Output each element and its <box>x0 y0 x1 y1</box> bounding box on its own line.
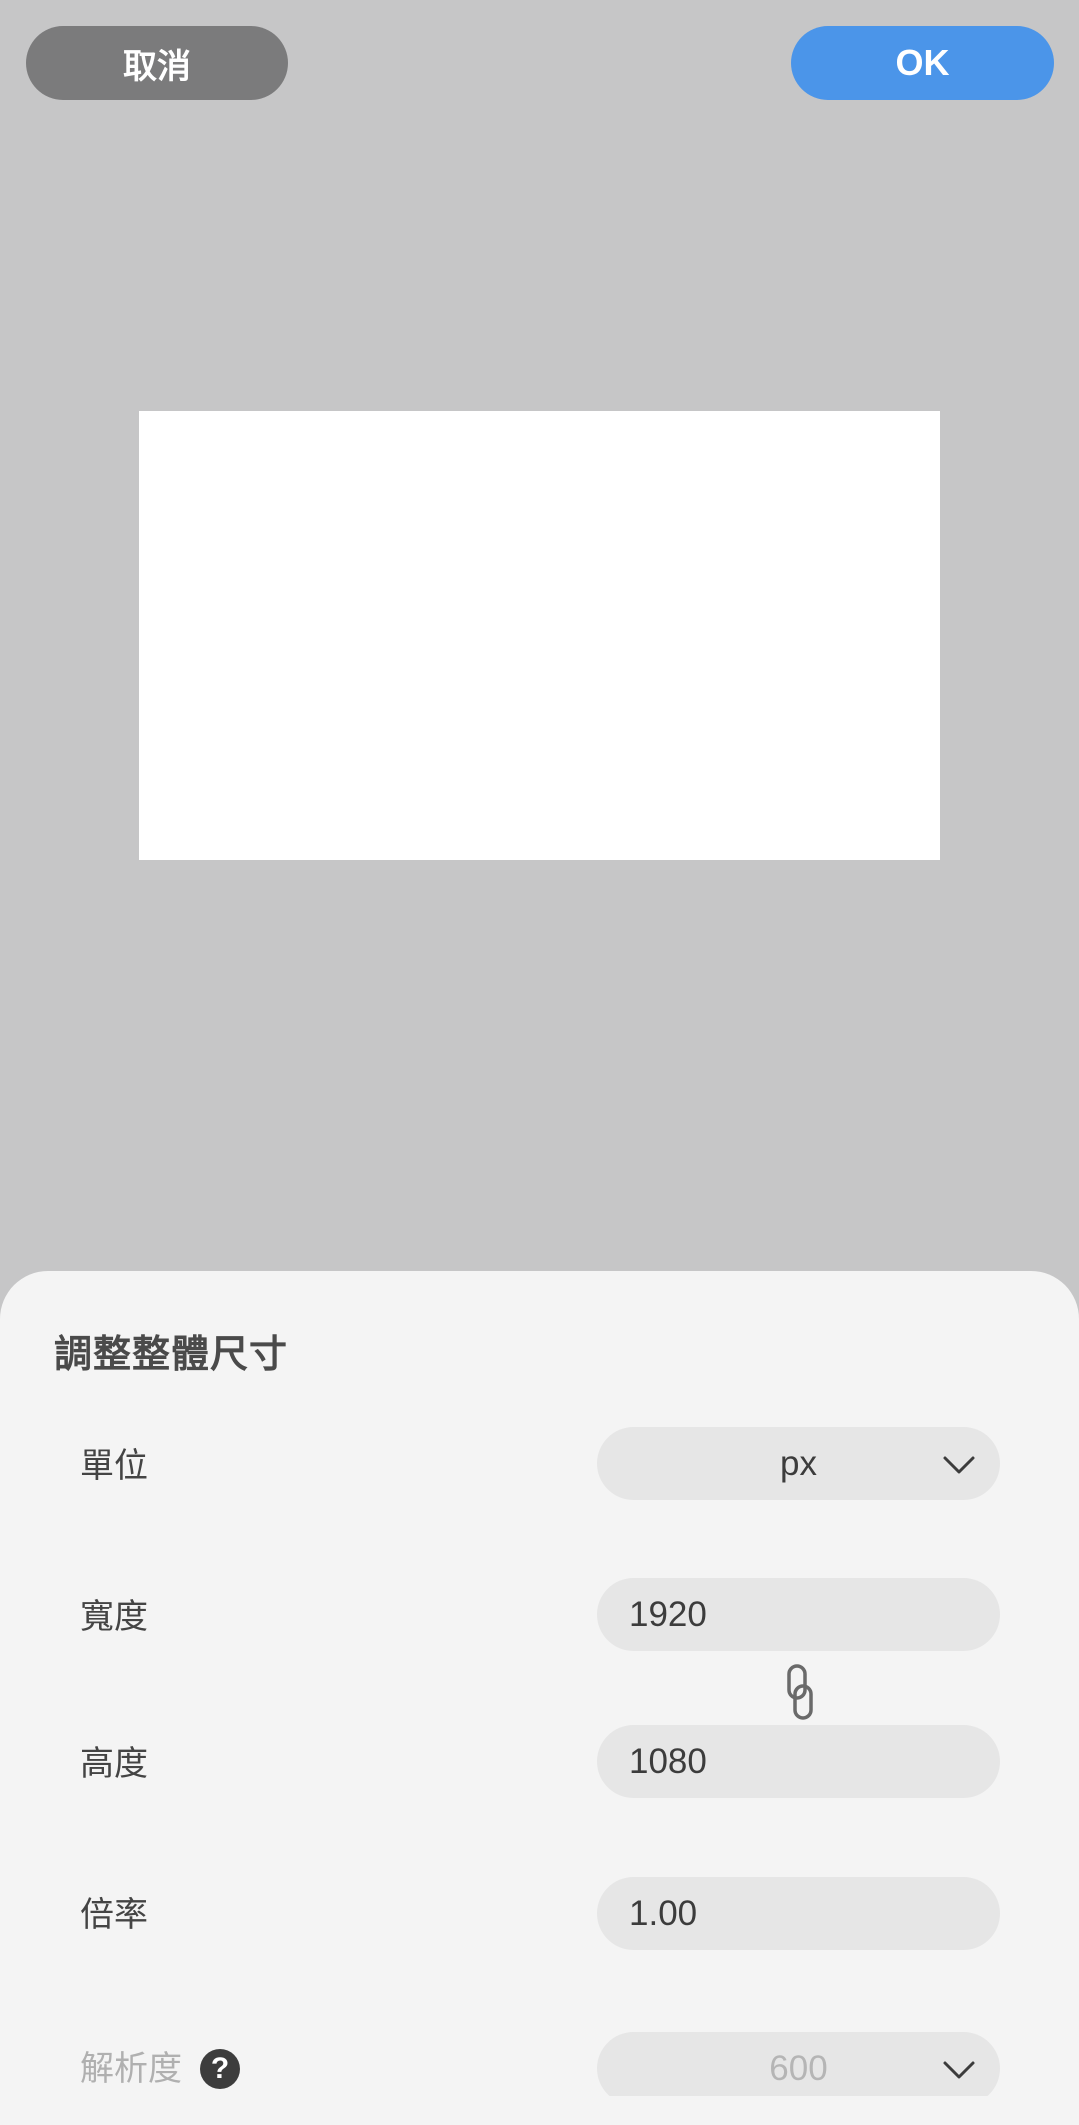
scale-input[interactable]: 1.00 <box>597 1877 1000 1950</box>
link-icon[interactable] <box>784 1663 816 1721</box>
resolution-label: 解析度 <box>80 2049 182 2089</box>
canvas-preview <box>139 411 940 860</box>
resolution-field-clip: 600 <box>597 2032 1000 2096</box>
width-label: 寬度 <box>80 1597 148 1637</box>
resolution-select[interactable]: 600 <box>597 2032 1000 2096</box>
height-value: 1080 <box>629 1741 707 1781</box>
ok-button[interactable]: OK <box>791 26 1054 100</box>
height-input[interactable]: 1080 <box>597 1725 1000 1798</box>
unit-value: px <box>780 1443 817 1483</box>
width-value: 1920 <box>629 1594 707 1634</box>
scale-value: 1.00 <box>629 1893 698 1933</box>
sheet-title: 調整整體尺寸 <box>54 1332 289 1376</box>
scale-label: 倍率 <box>80 1895 148 1935</box>
width-input[interactable]: 1920 <box>597 1578 1000 1651</box>
resize-bottom-sheet: 調整整體尺寸 單位 px 寬度 1920 高度 1080 倍率 1.00 解析度… <box>0 1271 1079 2125</box>
unit-select[interactable]: px <box>597 1427 1000 1500</box>
resolution-value: 600 <box>769 2048 828 2088</box>
chevron-down-icon <box>943 2061 975 2079</box>
chevron-down-icon <box>943 1456 975 1474</box>
cancel-button[interactable]: 取消 <box>26 26 288 100</box>
help-icon[interactable]: ? <box>200 2049 240 2089</box>
height-label: 高度 <box>80 1744 148 1784</box>
unit-label: 單位 <box>80 1446 148 1486</box>
